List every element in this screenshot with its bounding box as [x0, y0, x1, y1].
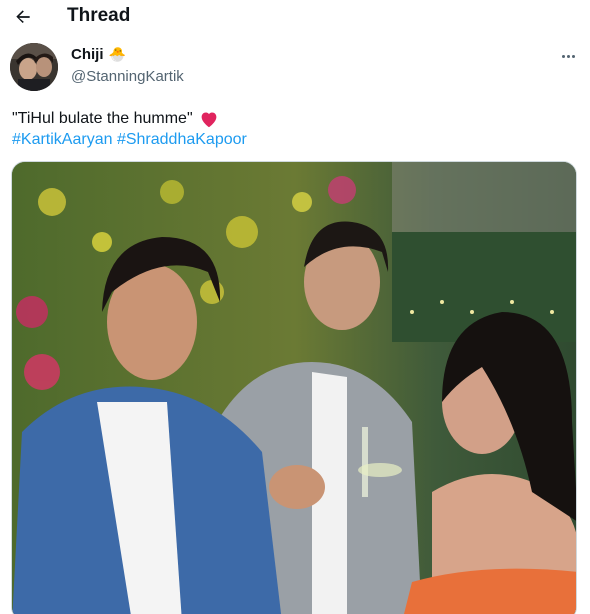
page-title: Thread — [67, 5, 131, 26]
back-button[interactable] — [10, 4, 36, 30]
media-image — [12, 162, 576, 614]
thread-header: Thread — [0, 0, 590, 34]
hashtag-list: #KartikAaryan #ShraddhaKapoor — [12, 129, 247, 150]
tweet-body: "TiHul bulate the humme" — [12, 110, 193, 127]
arrow-left-icon — [16, 10, 30, 23]
tweet-media[interactable] — [11, 161, 577, 614]
author-handle[interactable]: @StanningKartik — [71, 68, 184, 85]
heart-icon — [201, 111, 216, 127]
author-name-row[interactable]: Chiji 🐣 — [71, 46, 126, 63]
hashtag-link[interactable]: #KartikAaryan — [12, 131, 113, 148]
tweet-text: "TiHul bulate the humme" #KartikAaryan #… — [12, 108, 247, 150]
more-horizontal-icon — [561, 54, 565, 58]
avatar-image — [10, 43, 58, 91]
more-options-button[interactable] — [556, 46, 580, 66]
avatar[interactable] — [10, 43, 58, 91]
hashtag-link[interactable]: #ShraddhaKapoor — [117, 131, 247, 148]
chick-emoji: 🐣 — [108, 46, 126, 62]
author-display-name[interactable]: Chiji — [71, 46, 104, 63]
